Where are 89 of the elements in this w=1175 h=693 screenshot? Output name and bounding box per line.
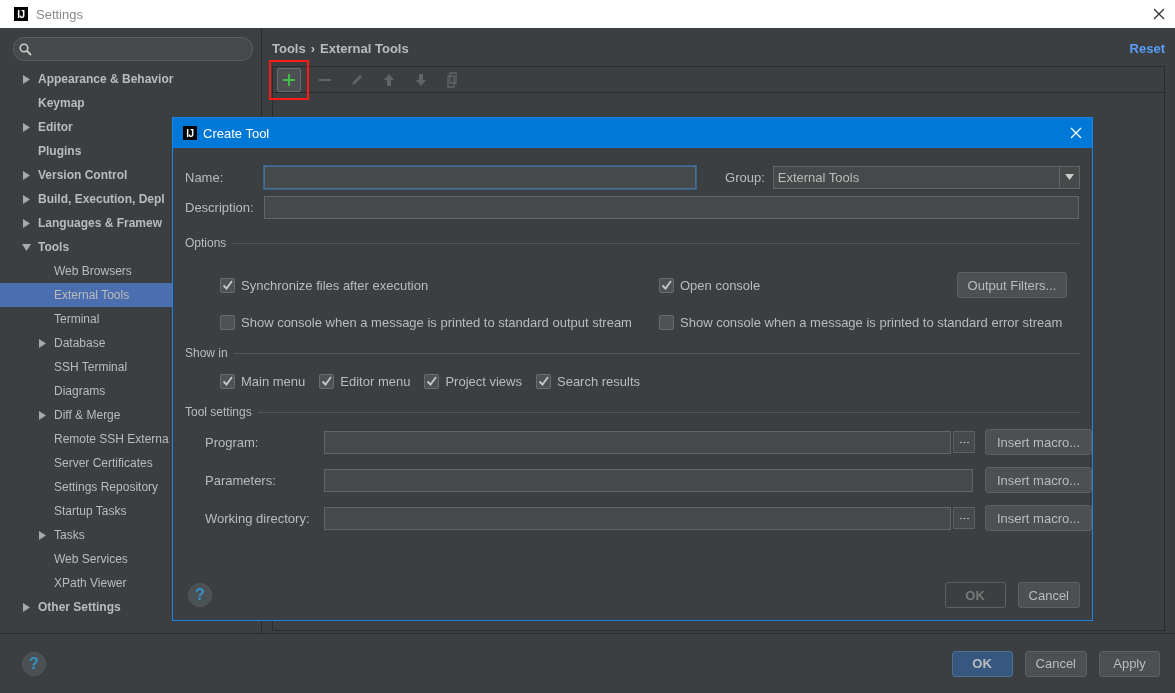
expand-arrow-icon[interactable] bbox=[38, 530, 47, 540]
text-field[interactable] bbox=[324, 468, 973, 492]
expand-arrow-icon[interactable] bbox=[22, 218, 31, 228]
dialog-title: Create Tool bbox=[203, 125, 270, 141]
sidebar-item[interactable]: Version Control bbox=[38, 168, 128, 182]
dropdown-arrow-icon bbox=[1065, 174, 1074, 180]
text-field[interactable] bbox=[324, 506, 951, 530]
checkbox-label: Main menu bbox=[241, 374, 306, 389]
insert-macro-button[interactable]: Insert macro... bbox=[985, 505, 1092, 531]
expand-arrow-icon[interactable] bbox=[22, 122, 31, 132]
expand-arrow-icon[interactable] bbox=[22, 194, 31, 204]
description-field[interactable] bbox=[264, 195, 1079, 219]
sidebar-item[interactable]: Appearance & Behavior bbox=[38, 72, 174, 86]
checkbox[interactable] bbox=[220, 315, 235, 330]
expand-arrow-icon[interactable] bbox=[38, 338, 47, 348]
breadcrumb-separator: › bbox=[310, 40, 316, 56]
checkbox[interactable] bbox=[659, 277, 674, 293]
output-filters-button[interactable]: Output Filters... bbox=[957, 272, 1067, 298]
more-icon bbox=[959, 516, 969, 520]
sidebar-item[interactable]: Diff & Merge bbox=[54, 408, 121, 422]
sidebar-item[interactable]: XPath Viewer bbox=[54, 576, 127, 590]
checkbox[interactable] bbox=[424, 374, 440, 389]
ok-button[interactable]: OK bbox=[951, 650, 1013, 677]
sidebar-item[interactable]: Server Certificates bbox=[54, 456, 153, 470]
checkbox-label: Open console bbox=[680, 277, 761, 293]
app-logo: IJ bbox=[183, 126, 197, 140]
expand-arrow-icon[interactable] bbox=[22, 170, 31, 180]
sidebar-item[interactable]: Settings Repository bbox=[54, 480, 159, 494]
field-label: Working directory: bbox=[205, 510, 311, 526]
sidebar-item[interactable]: Web Browsers bbox=[54, 264, 132, 278]
insert-macro-button[interactable]: Insert macro... bbox=[985, 429, 1092, 455]
field-label: Description: bbox=[185, 199, 255, 215]
sidebar-item[interactable]: Other Settings bbox=[38, 600, 121, 614]
checkbox-label: Editor menu bbox=[340, 374, 411, 389]
checkbox[interactable] bbox=[319, 374, 335, 389]
close-icon[interactable] bbox=[1153, 8, 1165, 20]
sidebar-item[interactable]: Plugins bbox=[38, 144, 82, 158]
sidebar-item[interactable]: Keymap bbox=[38, 96, 85, 110]
sidebar-item[interactable]: Web Services bbox=[54, 552, 128, 566]
name-field[interactable] bbox=[263, 165, 697, 189]
expand-arrow-icon[interactable] bbox=[22, 74, 31, 84]
sidebar-item[interactable]: Database bbox=[54, 336, 106, 350]
checkbox[interactable] bbox=[659, 315, 674, 330]
checkbox-label: Show console when a message is printed to standard output stream bbox=[241, 315, 632, 330]
field-label: Name: bbox=[185, 169, 225, 185]
checkbox[interactable] bbox=[220, 277, 235, 293]
sidebar-item[interactable]: Tools bbox=[38, 240, 70, 254]
section-title: Tool settings bbox=[185, 405, 252, 419]
section-title: Show in bbox=[185, 346, 228, 360]
checkbox-label: Project views bbox=[445, 374, 522, 389]
checkbox-label: Synchronize files after execution bbox=[241, 277, 429, 293]
plus-button[interactable] bbox=[277, 67, 301, 92]
arrow-down-icon bbox=[413, 71, 429, 88]
sidebar-item[interactable]: SSH Terminal bbox=[54, 360, 128, 374]
expand-arrow-icon[interactable] bbox=[38, 410, 47, 420]
sidebar-item[interactable]: Build, Execution, Depl bbox=[38, 192, 165, 206]
reset-link[interactable]: Reset bbox=[1129, 40, 1165, 56]
sidebar-item[interactable]: Startup Tasks bbox=[54, 504, 127, 518]
cancel-button[interactable]: Cancel bbox=[1024, 650, 1087, 677]
collapse-arrow-icon[interactable] bbox=[22, 242, 31, 252]
group-dropdown[interactable]: External Tools bbox=[772, 165, 1080, 189]
sidebar-item[interactable]: Tasks bbox=[54, 528, 85, 542]
text-field[interactable] bbox=[324, 430, 951, 454]
search-icon bbox=[19, 42, 32, 56]
breadcrumb-item[interactable]: Tools bbox=[272, 40, 306, 56]
field-label: Group: bbox=[725, 169, 765, 185]
expand-arrow-icon[interactable] bbox=[22, 602, 31, 612]
breadcrumb-item[interactable]: External Tools bbox=[320, 40, 409, 56]
insert-macro-button[interactable]: Insert macro... bbox=[985, 467, 1092, 493]
more-icon bbox=[959, 440, 969, 444]
app-logo: IJ bbox=[14, 7, 28, 21]
checkbox[interactable] bbox=[536, 374, 551, 389]
window-title: Settings bbox=[36, 6, 83, 22]
sidebar-item[interactable]: Languages & Framew bbox=[38, 216, 163, 230]
sidebar-item[interactable]: Terminal bbox=[54, 312, 100, 326]
field-label: Parameters: bbox=[205, 472, 277, 488]
cancel-button[interactable]: Cancel bbox=[1017, 582, 1080, 608]
apply-button[interactable]: Apply bbox=[1099, 650, 1160, 677]
section-title: Options bbox=[185, 236, 227, 250]
checkbox-label: Search results bbox=[557, 374, 641, 389]
minus-icon bbox=[319, 78, 331, 81]
sidebar-item[interactable]: Remote SSH Externa bbox=[54, 432, 169, 446]
field-label: Program: bbox=[205, 434, 260, 450]
sidebar-item[interactable]: Editor bbox=[38, 120, 73, 134]
plus-icon bbox=[281, 71, 297, 88]
search-field[interactable] bbox=[13, 37, 253, 61]
checkbox-label: Show console when a message is printed to standard error stream bbox=[680, 315, 1063, 330]
sidebar-item[interactable]: Diagrams bbox=[54, 384, 106, 398]
checkbox[interactable] bbox=[220, 374, 235, 389]
